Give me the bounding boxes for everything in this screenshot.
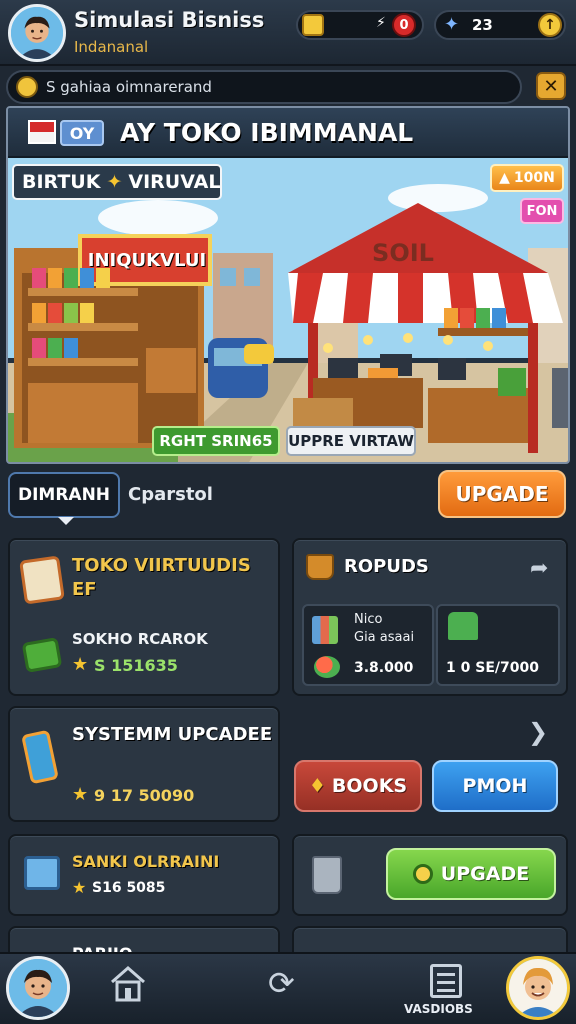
- basket-icon: [306, 554, 334, 580]
- tab-dimranh[interactable]: DIMRANH: [8, 472, 120, 525]
- fruit-icon: [314, 656, 340, 678]
- game-title: Simulasi Bisniss: [74, 8, 265, 32]
- tabs-row: DIMRANH Cparstol UPGADE: [0, 466, 576, 526]
- star-icon: ★: [72, 654, 89, 675]
- coin-icon: [302, 14, 324, 36]
- avatar-icon: [9, 959, 67, 1017]
- news-text: S gahiaa oimnarerand: [46, 78, 212, 96]
- gems-counter[interactable]: ✦ 23 ↑: [434, 10, 566, 40]
- coins-counter[interactable]: ⚡ 0: [296, 10, 424, 40]
- chip-white[interactable]: UPPRE VIRTAW: [286, 426, 416, 456]
- banner-title: AY TOKO IBIMMANAL: [120, 118, 414, 147]
- price-badge[interactable]: ▲ 100N: [490, 164, 564, 192]
- nav-label: VASDIOBS: [404, 1002, 473, 1016]
- bolt-icon: ⚡: [376, 15, 386, 31]
- news-ticker[interactable]: S gahiaa oimnarerand: [6, 70, 522, 104]
- trash-icon[interactable]: [312, 856, 342, 894]
- bottles-icon: [312, 616, 338, 644]
- banner-header: OY AY TOKO IBIMMANAL: [8, 108, 568, 158]
- ropuds-item2-value: 1 0 SE/7000: [446, 660, 539, 676]
- star-icon: ★: [72, 878, 87, 897]
- info-icon[interactable]: ↑: [538, 13, 562, 37]
- close-icon[interactable]: ✕: [536, 72, 566, 100]
- globe-icon: [16, 76, 38, 98]
- avatar-icon: [11, 7, 63, 59]
- top-bar: Simulasi Bisniss Indananal ⚡ 0 ✦ 23 ↑: [0, 0, 576, 66]
- game-subtitle: Indananal: [74, 38, 149, 56]
- system-value: 9 17 50090: [94, 786, 195, 805]
- home-icon[interactable]: [108, 962, 148, 1006]
- nav-avatar[interactable]: [6, 956, 70, 1020]
- toko-value: S 151635: [94, 656, 178, 675]
- badge-icon: 0: [392, 13, 416, 37]
- ropuds-item1-value: 3.8.000: [354, 660, 414, 676]
- system-panel[interactable]: SYSTEMM UPCADEE ★ 9 17 50090: [8, 706, 280, 822]
- arrow-right-icon[interactable]: ❯: [528, 718, 548, 746]
- shop-icon: [19, 555, 65, 605]
- star-icon: ★: [72, 784, 89, 805]
- profile-icon[interactable]: [506, 956, 570, 1020]
- book-icon: ♦: [308, 775, 326, 797]
- chip-green[interactable]: RGHT SRIN65: [152, 426, 280, 456]
- pmoh-button[interactable]: PMOH: [432, 760, 558, 812]
- refresh-icon[interactable]: ⟳: [268, 964, 295, 1002]
- gems-value: 23: [472, 16, 493, 34]
- document-icon[interactable]: [430, 964, 462, 998]
- store-banner[interactable]: OY AY TOKO IBIMMANAL BIRTUK ✦ VIRUVAL IN…: [6, 106, 570, 464]
- flag-icon: [28, 120, 56, 144]
- upgrade-button-bottom[interactable]: UPGADE: [386, 848, 556, 900]
- store-scene: BIRTUK ✦ VIRUVAL INIQUKVLUI SOIL ▲ 100N F…: [8, 158, 568, 462]
- flag-label: OY: [60, 120, 104, 146]
- tag-birtuk: BIRTUK ✦ VIRUVAL: [12, 164, 222, 200]
- store-scene-art: [8, 158, 568, 462]
- coin-icon: ▲: [499, 170, 510, 186]
- sparkle-icon: ✦: [106, 171, 123, 193]
- tab-cparstol[interactable]: Cparstol: [128, 484, 213, 505]
- ropuds-item1-sub: Gia asaai: [354, 630, 415, 645]
- eye-icon: [412, 864, 433, 884]
- toko-title: TOKO VIIRTUUDIS EF: [72, 555, 251, 600]
- box-icon: [24, 856, 60, 890]
- system-title: SYSTEMM UPCADEE: [72, 724, 273, 745]
- sank-title: SANKI OLRRAINI: [72, 852, 220, 871]
- upgrade-button-top[interactable]: UPGADE: [438, 470, 566, 518]
- books-button[interactable]: ♦ BOOKS: [294, 760, 422, 812]
- toko-label: SOKHO RCAROK: [72, 630, 208, 648]
- ropuds-item1-name: Nico: [354, 612, 383, 627]
- upgrade-panel: UPGADE: [292, 834, 568, 916]
- monster-icon: [448, 612, 478, 640]
- toko-panel[interactable]: TOKO VIIRTUUDIS EF SOKHO RCAROK ★ S 1516…: [8, 538, 280, 696]
- ropuds-item-left[interactable]: Nico Gia asaai 3.8.000: [302, 604, 434, 686]
- ropuds-item-right[interactable]: 1 0 SE/7000: [436, 604, 560, 686]
- phone-icon: [21, 729, 59, 785]
- share-icon[interactable]: ➦: [530, 556, 548, 581]
- sank-panel[interactable]: SANKI OLRRAINI ★ S16 5085: [8, 834, 280, 916]
- globe-icon: ✦: [444, 14, 460, 35]
- cash-icon: [21, 637, 63, 673]
- ropuds-title: ROPUDS: [344, 556, 429, 577]
- player-avatar[interactable]: [8, 4, 66, 62]
- store-sign: INIQUKVLUI: [87, 249, 207, 271]
- stall-sign: SOIL: [372, 239, 434, 267]
- pink-badge[interactable]: FON: [520, 198, 564, 224]
- ropuds-panel[interactable]: ROPUDS ➦ Nico Gia asaai 3.8.000 1 0 SE/7…: [292, 538, 568, 696]
- sank-value: S16 5085: [92, 880, 166, 896]
